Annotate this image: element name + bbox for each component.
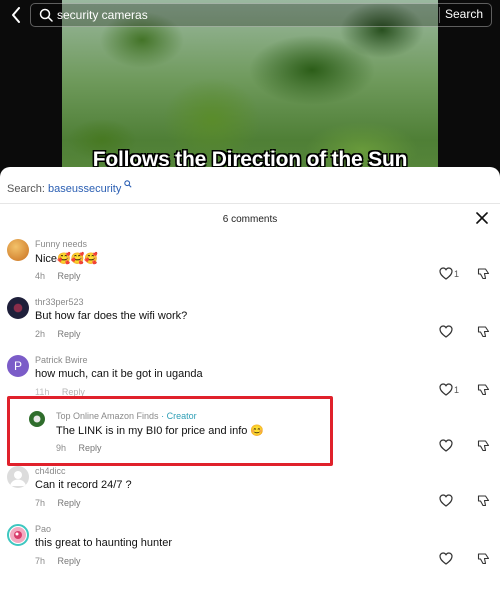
- comment-username[interactable]: Patrick Bwire: [35, 355, 88, 365]
- comment-username[interactable]: thr33per523: [35, 297, 84, 307]
- comment-meta: 4h Reply: [35, 271, 81, 281]
- thumbs-down-icon[interactable]: [477, 552, 490, 565]
- thumbs-down-icon[interactable]: [477, 325, 490, 338]
- like-count: 1: [454, 269, 460, 279]
- comment-time: 2h: [35, 329, 46, 339]
- comment-item: Pao this great to haunting hunter 7h Rep…: [0, 524, 500, 580]
- reply-button[interactable]: Reply: [58, 329, 81, 339]
- search-button[interactable]: Search: [445, 7, 483, 21]
- reply-button[interactable]: Reply: [58, 556, 81, 566]
- comment-username[interactable]: ch4dicc: [35, 466, 66, 476]
- heart-icon[interactable]: [439, 267, 453, 280]
- reply-button[interactable]: Reply: [58, 498, 81, 508]
- avatar[interactable]: [7, 239, 29, 261]
- comment-text: Can it record 24/7 ?: [35, 479, 132, 491]
- comment-text: this great to haunting hunter: [35, 537, 172, 549]
- avatar[interactable]: [7, 524, 29, 546]
- related-search-keyword: baseussecurity: [47, 183, 122, 195]
- thumbs-down-icon[interactable]: [477, 267, 490, 280]
- search-input[interactable]: security cameras Search: [30, 3, 492, 27]
- thumbs-down-icon[interactable]: [477, 383, 490, 396]
- comment-username[interactable]: Funny needs: [35, 239, 87, 249]
- back-button[interactable]: [6, 4, 26, 26]
- comment-text: Nice🥰🥰🥰: [35, 253, 99, 265]
- thumbs-down-icon[interactable]: [477, 439, 490, 452]
- comment-meta: 7h Reply: [35, 556, 81, 566]
- comments-sheet: Search: baseussecurity 6 comments Funny …: [0, 167, 500, 609]
- comment-time: 4h: [35, 271, 46, 281]
- comment-time: 7h: [35, 498, 46, 508]
- search-icon: [39, 8, 53, 22]
- avatar-image: [10, 527, 26, 543]
- avatar[interactable]: P: [7, 355, 29, 377]
- related-search-label: Search:: [7, 183, 45, 195]
- related-search-link[interactable]: Search: baseussecurity: [7, 180, 132, 195]
- search-divider: [439, 7, 440, 23]
- comment-username[interactable]: Pao: [35, 524, 51, 534]
- comment-text: how much, can it be got in uganda: [35, 368, 203, 380]
- chevron-left-icon: [12, 7, 20, 23]
- heart-icon[interactable]: [439, 325, 453, 338]
- heart-icon[interactable]: [439, 552, 453, 565]
- search-query: security cameras: [57, 8, 148, 22]
- default-avatar-icon: [10, 471, 26, 486]
- comment-item: Funny needs Nice🥰🥰🥰 4h Reply 1: [0, 239, 500, 295]
- comment-text: But how far does the wifi work?: [35, 310, 188, 322]
- comment-time: 7h: [35, 556, 46, 566]
- close-icon[interactable]: [476, 212, 488, 224]
- heart-icon[interactable]: [439, 439, 453, 452]
- comment-meta: 7h Reply: [35, 498, 81, 508]
- comment-item: ch4dicc Can it record 24/7 ? 7h Reply: [0, 466, 500, 522]
- thumbs-down-icon[interactable]: [477, 494, 490, 507]
- top-search-bar: security cameras Search: [0, 0, 500, 30]
- heart-icon[interactable]: [439, 383, 453, 396]
- heart-icon[interactable]: [439, 494, 453, 507]
- avatar[interactable]: [7, 297, 29, 319]
- comment-count: 6 comments: [222, 214, 278, 225]
- like-count: 1: [454, 385, 460, 395]
- divider: [0, 203, 500, 204]
- comment-meta: 2h Reply: [35, 329, 81, 339]
- avatar[interactable]: [7, 466, 29, 488]
- comment-item: thr33per523 But how far does the wifi wo…: [0, 297, 500, 353]
- search-icon: [124, 180, 132, 188]
- reply-button[interactable]: Reply: [58, 271, 81, 281]
- highlight-box: [7, 396, 333, 466]
